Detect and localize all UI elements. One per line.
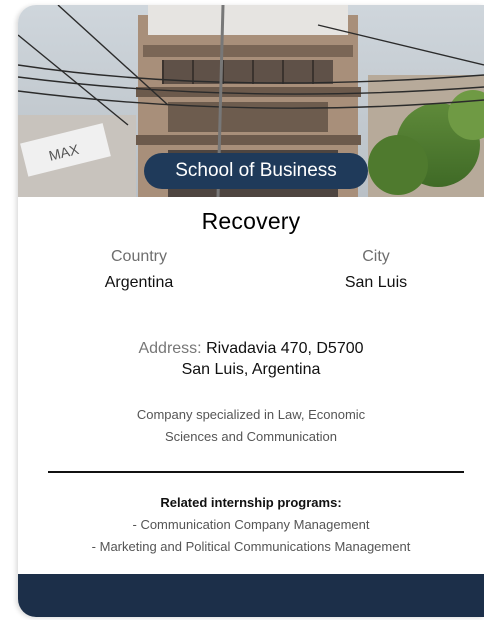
country-label: Country xyxy=(110,248,168,265)
related-programs: Related internship programs: - Communica… xyxy=(18,492,484,558)
related-programs-title: Related internship programs: xyxy=(160,495,342,510)
address-line2: San Luis, Argentina xyxy=(181,361,321,378)
address-block: Address: Rivadavia 470, D5700 San Luis, … xyxy=(18,338,484,380)
school-badge: School of Business xyxy=(144,153,368,189)
company-name: Recovery xyxy=(201,208,301,234)
city-field: City San Luis xyxy=(306,248,446,292)
address-label: Address: xyxy=(138,340,202,357)
card-footer xyxy=(18,574,484,617)
city-value: San Luis xyxy=(344,274,408,291)
company-photo: MAX School of Business xyxy=(18,5,484,197)
divider xyxy=(48,471,464,473)
company-card: MAX School of Business Recovery Country … xyxy=(18,5,484,617)
country-field: Country Argentina xyxy=(69,248,209,292)
city-label: City xyxy=(362,248,390,265)
company-description: Company specialized in Law, Economic Sci… xyxy=(78,404,424,448)
country-value: Argentina xyxy=(104,274,174,291)
description-line2: Sciences and Communication xyxy=(165,429,337,444)
description-line1: Company specialized in Law, Economic xyxy=(136,407,366,422)
address-line1: Rivadavia 470, D5700 xyxy=(206,340,364,357)
related-program-item: - Marketing and Political Communications… xyxy=(91,539,411,554)
related-program-item: - Communication Company Management xyxy=(132,517,370,532)
